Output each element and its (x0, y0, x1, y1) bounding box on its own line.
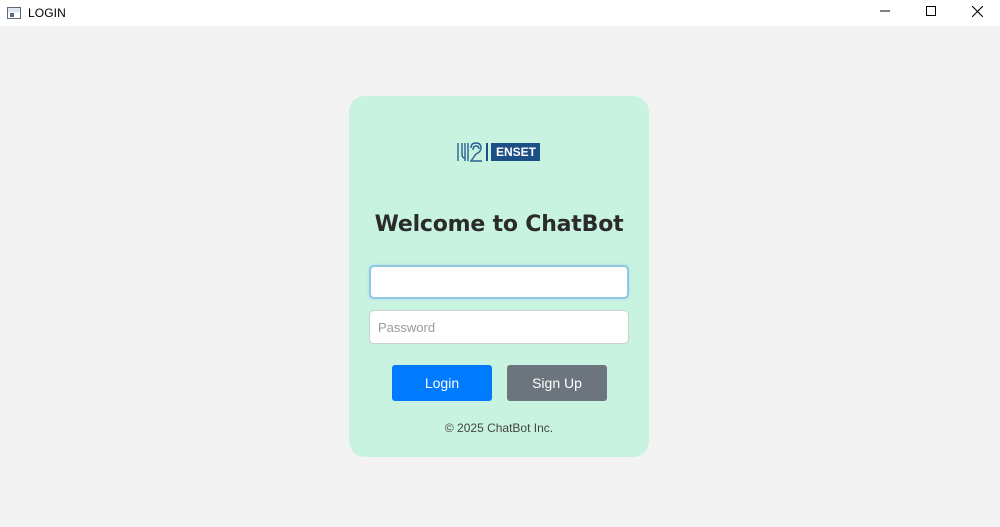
title-bar[interactable]: LOGIN (0, 0, 1000, 26)
welcome-heading: Welcome to ChatBot (374, 212, 624, 237)
login-button[interactable]: Login (392, 365, 492, 401)
login-window: LOGIN ENSET Welcome to ChatBot Login Sig… (0, 0, 1000, 527)
maximize-button[interactable] (908, 0, 954, 22)
window-controls (862, 0, 1000, 26)
enset-logo-text: ENSET (485, 143, 541, 161)
username-input[interactable] (369, 265, 629, 299)
copyright-footer: © 2025 ChatBot Inc. (444, 421, 554, 435)
close-icon (971, 5, 983, 17)
window-title: LOGIN (28, 6, 66, 20)
login-card: ENSET Welcome to ChatBot Login Sign Up ©… (349, 96, 649, 457)
password-input[interactable] (369, 310, 629, 344)
maximize-icon (926, 6, 936, 16)
university-logo-mark (457, 142, 482, 162)
minimize-icon (880, 10, 890, 12)
signup-button[interactable]: Sign Up (507, 365, 607, 401)
app-window-icon (7, 7, 21, 19)
minimize-button[interactable] (862, 0, 908, 22)
enset-logo: ENSET (456, 141, 542, 163)
close-button[interactable] (954, 0, 1000, 22)
